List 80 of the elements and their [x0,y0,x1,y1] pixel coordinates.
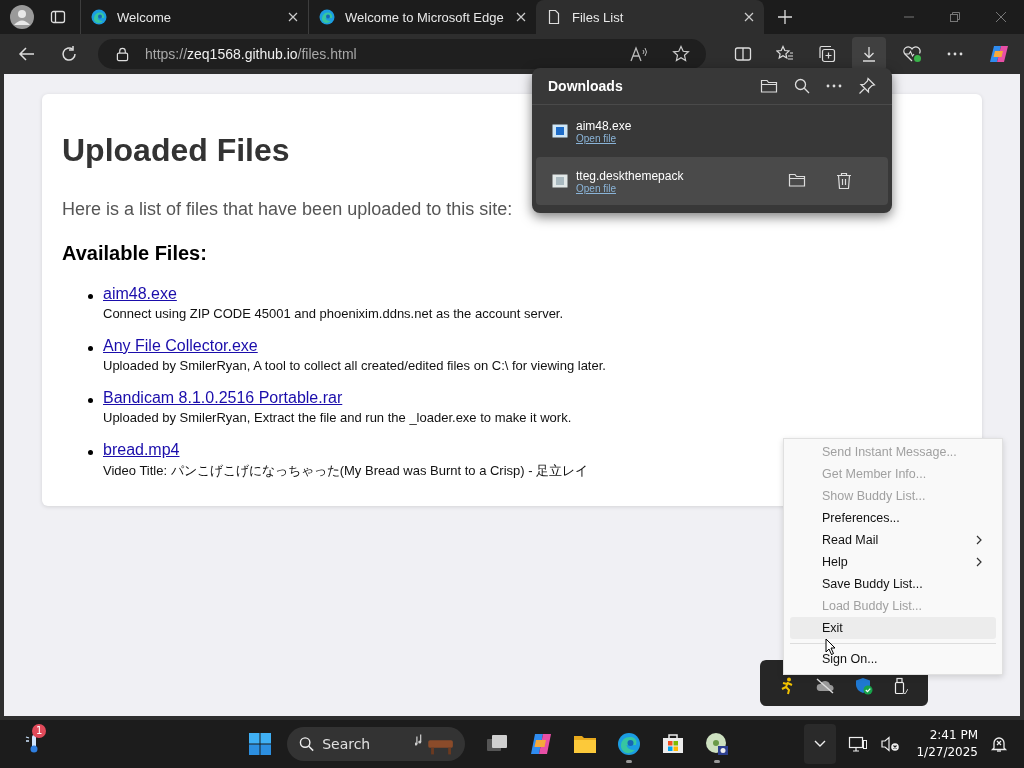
network-icon[interactable] [848,735,869,753]
folder-icon[interactable] [760,78,778,94]
shield-check-icon[interactable] [854,677,873,695]
star-icon[interactable] [672,45,690,63]
time-text: 2:41 PM [929,727,978,744]
refresh-icon[interactable] [60,45,78,63]
url-text: https://zeq1568.github.io/files.html [145,46,358,62]
menu-item[interactable]: Help [790,551,996,573]
browser-tab[interactable]: Files List [536,0,764,34]
menu-item[interactable]: Exit [790,617,996,639]
search-icon[interactable] [794,78,810,94]
menu-item[interactable]: Read Mail [790,529,996,551]
folder-icon[interactable] [788,172,806,188]
menu-item[interactable]: Preferences... [790,507,996,529]
file-icon [552,124,568,138]
back-icon[interactable] [18,45,36,63]
clock[interactable]: 2:41 PM 1/27/2025 [916,727,978,761]
file-link[interactable]: Bandicam 8.1.0.2516 Portable.rar [103,389,572,407]
file-name: tteg.deskthemepack [576,168,684,183]
bullet-icon [88,450,93,455]
file-description: Video Title: パンこげこげになっちゃった(My Bread was Burnt to a Crisp) - 足立レイ [103,462,589,480]
file-description: Uploaded by SmilerRyan, Extract the file and run the _loader.exe to make it work. [103,410,572,425]
collections-icon[interactable] [818,45,836,63]
bullet-icon [88,398,93,403]
address-bar[interactable]: https://zeq1568.github.io/files.html [98,39,706,69]
file-icon [552,174,568,188]
open-file-link[interactable]: Open file [576,132,632,144]
download-item[interactable]: tteg.deskthemepack Open file [536,157,888,205]
file-link[interactable]: Any File Collector.exe [103,337,606,355]
search-button[interactable]: Search [287,727,465,761]
page-title: Uploaded Files [62,132,290,169]
page-icon [546,9,562,25]
close-icon[interactable] [288,12,298,22]
favorites-icon[interactable] [776,45,794,63]
lock-icon [116,46,129,62]
split-screen-icon[interactable] [734,45,752,63]
date-text: 1/27/2025 [916,744,978,761]
cloud-off-icon[interactable] [815,678,836,694]
edge-icon [91,9,107,25]
file-description: Connect using ZIP CODE 45001 and phoenixim.ddns.net as the account server. [103,306,564,321]
open-file-link[interactable]: Open file [576,182,684,194]
trash-icon[interactable] [836,172,852,190]
tab-actions-icon[interactable] [50,9,66,25]
edge-icon [319,9,335,25]
copilot-icon[interactable] [988,43,1010,65]
notification-bell-icon[interactable] [990,735,1008,753]
download-icon [860,45,878,63]
download-item[interactable]: aim48.exe Open file [536,107,888,155]
panel-title: Downloads [548,78,623,94]
muted-speaker-icon[interactable] [880,735,901,753]
section-heading: Available Files: [62,242,207,265]
profile-avatar[interactable] [8,3,36,31]
close-icon[interactable] [744,12,754,22]
show-hidden-icons-button[interactable] [804,724,837,764]
file-name: aim48.exe [576,118,632,133]
mouse-cursor-icon [825,638,837,656]
tab-title: Files List [572,9,625,25]
read-aloud-icon[interactable] [630,46,648,62]
file-link[interactable]: aim48.exe [103,285,564,303]
new-tab-icon[interactable] [778,10,792,24]
bullet-icon [88,346,93,351]
tab-title: Welcome to Microsoft Edge [345,9,505,25]
close-icon[interactable] [516,12,526,22]
menu-item[interactable]: Save Buddy List... [790,573,996,595]
pin-icon[interactable] [858,77,876,95]
more-icon[interactable] [826,84,842,88]
tab-title: Welcome [117,9,172,25]
usb-drive-icon[interactable] [892,677,909,695]
bullet-icon [88,294,93,299]
heart-pulse-icon[interactable] [902,45,922,63]
chevron-icon [814,740,827,748]
start-icon[interactable] [249,733,271,755]
search-icon [299,736,315,752]
file-description: Uploaded by SmilerRyan, A tool to collect all created/edited files on C:\ for viewing later. [103,358,606,373]
notification-badge: 1 [32,724,47,738]
file-link[interactable]: bread.mp4 [103,441,589,459]
intro-text: Here is a list of files that have been uploaded to this site: [62,199,513,220]
menu-item[interactable]: Sign On... [790,648,996,670]
restore-icon[interactable] [950,12,960,22]
downloads-button[interactable] [852,37,886,71]
